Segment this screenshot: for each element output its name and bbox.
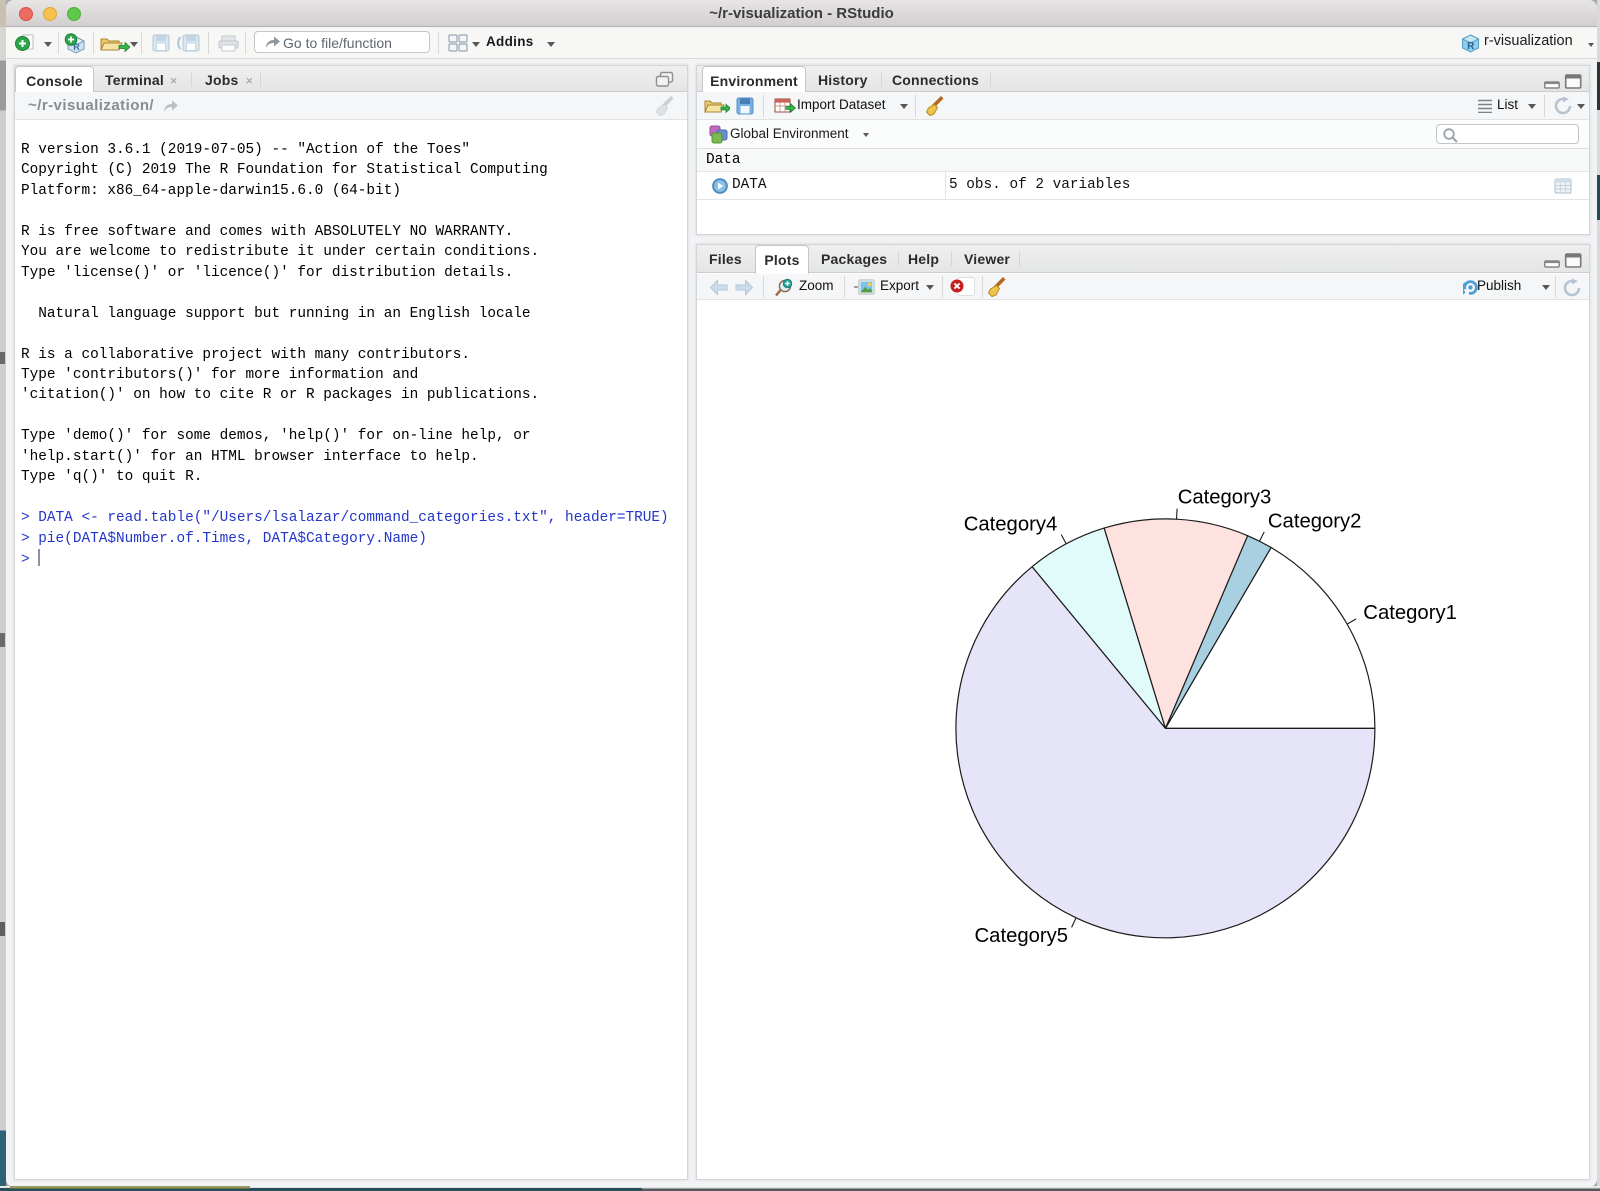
- svg-text:Category1: Category1: [1363, 602, 1457, 624]
- svg-text:Category2: Category2: [1268, 511, 1362, 533]
- svg-text:Category4: Category4: [964, 514, 1058, 536]
- svg-text:Category3: Category3: [1178, 486, 1272, 508]
- svg-text:R: R: [1467, 41, 1475, 52]
- svg-text:Category5: Category5: [975, 925, 1069, 947]
